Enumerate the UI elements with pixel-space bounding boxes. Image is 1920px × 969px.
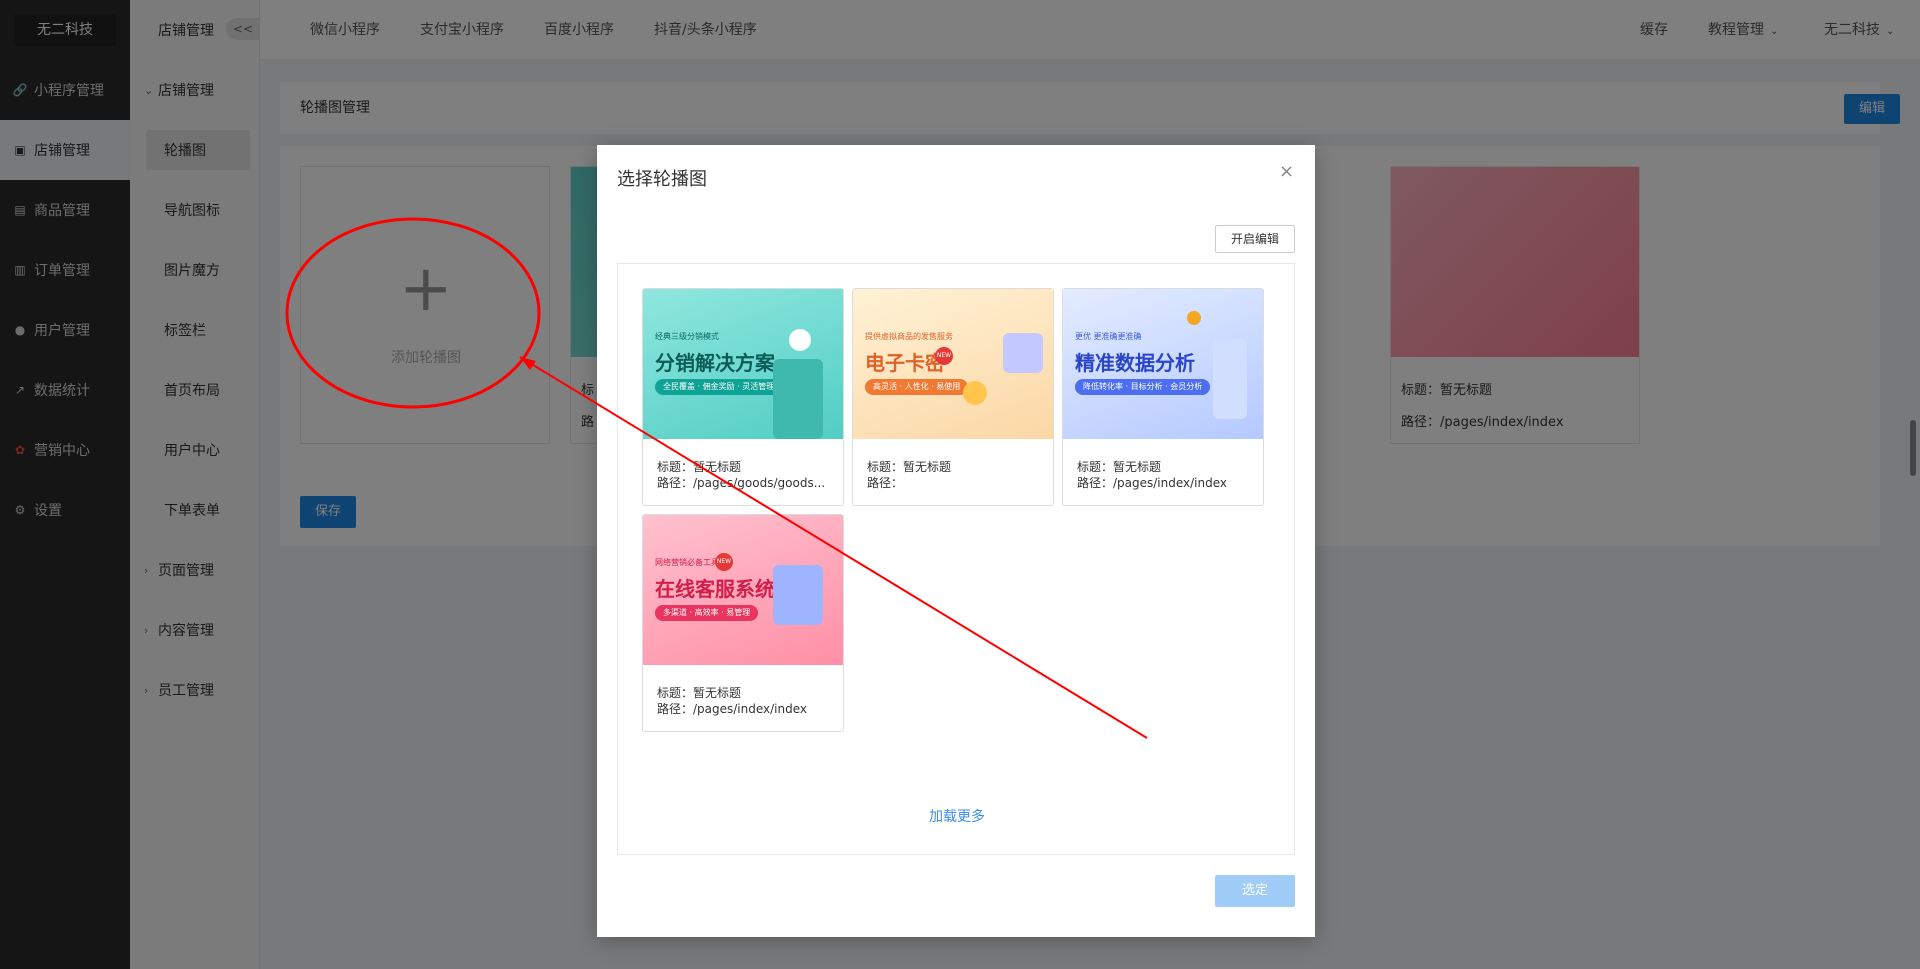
new-badge: NEW: [715, 553, 733, 571]
image-title: 标题：暂无标题: [657, 460, 742, 474]
image-path: 路径：: [867, 476, 904, 490]
image-picker-panel: 经典三级分销模式 分销解决方案 全民覆盖 · 佣金奖励 · 灵活管理 标题：暂无…: [617, 263, 1295, 855]
image-title: 标题：暂无标题: [657, 686, 742, 700]
image-path: 路径：/pages/index/index: [1077, 476, 1228, 490]
image-title: 标题：暂无标题: [1077, 460, 1162, 474]
image-title: 标题：暂无标题: [867, 460, 952, 474]
banner-kicker: 更优 更准确更准确: [1075, 332, 1142, 341]
banner-decoration: [1003, 333, 1043, 373]
banner-decoration: [789, 329, 811, 351]
confirm-button[interactable]: 选定: [1215, 875, 1295, 907]
image-path: 路径：/pages/goods/goods...: [657, 476, 826, 490]
close-icon[interactable]: ×: [1279, 161, 1294, 182]
banner-pill: 降低转化率 · 目标分析 · 会员分析: [1075, 379, 1211, 395]
select-carousel-modal: 选择轮播图 × 开启编辑 经典三级分销模式 分销解决方案 全民覆盖 · 佣金奖励…: [597, 145, 1315, 937]
banner-pill: 高灵活 · 人性化 · 易使用: [865, 379, 969, 395]
image-path: 路径：/pages/index/index: [657, 702, 808, 716]
banner-decoration: [773, 359, 823, 439]
load-more-link[interactable]: 加载更多: [618, 806, 1296, 826]
new-badge: NEW: [935, 347, 953, 365]
image-card[interactable]: 经典三级分销模式 分销解决方案 全民覆盖 · 佣金奖励 · 灵活管理 标题：暂无…: [642, 288, 844, 506]
banner-headline: 电子卡密: [865, 351, 945, 375]
banner-decoration: [1187, 311, 1201, 325]
image-thumbnail: 网络营销必备工具 在线客服系统 NEW 多渠道 · 高效率 · 易管理: [643, 515, 843, 665]
banner-headline: 在线客服系统: [655, 577, 775, 601]
banner-decoration: [773, 565, 823, 625]
banner-kicker: 提供虚拟商品的发售服务: [865, 332, 953, 341]
modal-title: 选择轮播图: [617, 169, 707, 190]
banner-headline: 精准数据分析: [1075, 351, 1195, 375]
image-card[interactable]: 提供虚拟商品的发售服务 电子卡密 NEW 高灵活 · 人性化 · 易使用 标题：…: [852, 288, 1054, 506]
image-thumbnail: 提供虚拟商品的发售服务 电子卡密 NEW 高灵活 · 人性化 · 易使用: [853, 289, 1053, 439]
page-scrollbar[interactable]: [1910, 420, 1916, 476]
image-thumbnail: 更优 更准确更准确 精准数据分析 降低转化率 · 目标分析 · 会员分析: [1063, 289, 1263, 439]
banner-decoration: [1213, 339, 1247, 419]
banner-kicker: 网络营销必备工具: [655, 558, 719, 567]
banner-kicker: 经典三级分销模式: [655, 332, 719, 341]
banner-pill: 多渠道 · 高效率 · 易管理: [655, 605, 759, 621]
banner-headline: 分销解决方案: [655, 351, 775, 375]
banner-decoration: [963, 381, 987, 405]
image-card[interactable]: 网络营销必备工具 在线客服系统 NEW 多渠道 · 高效率 · 易管理 标题：暂…: [642, 514, 844, 732]
image-thumbnail: 经典三级分销模式 分销解决方案 全民覆盖 · 佣金奖励 · 灵活管理: [643, 289, 843, 439]
banner-pill: 全民覆盖 · 佣金奖励 · 灵活管理: [655, 379, 783, 395]
image-card[interactable]: 更优 更准确更准确 精准数据分析 降低转化率 · 目标分析 · 会员分析 标题：…: [1062, 288, 1264, 506]
enable-edit-button[interactable]: 开启编辑: [1215, 225, 1295, 253]
